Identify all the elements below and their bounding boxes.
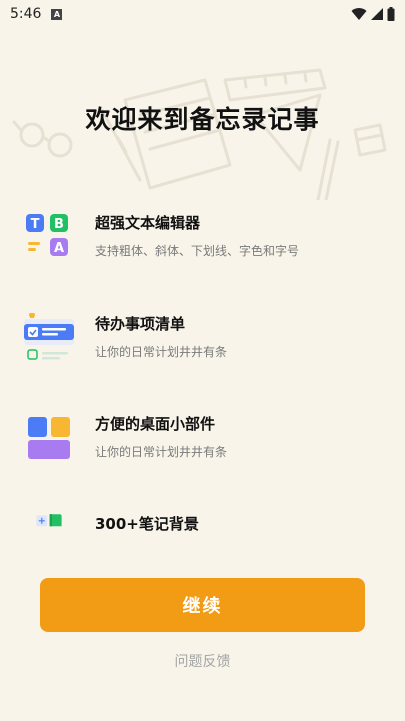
signal-icon [371, 8, 383, 20]
feature-title: 待办事项清单 [95, 315, 186, 333]
text-editor-icon: T B A [26, 214, 68, 256]
feature-desc: 让你的日常计划井井有条 [95, 445, 228, 459]
feature-title: 300+笔记背景 [95, 515, 199, 533]
wifi-icon [351, 8, 367, 20]
feature-text-editor: T B A 超强文本编辑器 支持粗体、斜体、下划线、字色和字号 [24, 212, 384, 272]
feature-desc: 让你的日常计划井井有条 [95, 345, 228, 359]
icon-letter-a: A [54, 241, 64, 256]
feature-todo-list: 待办事项清单 让你的日常计划井井有条 [24, 313, 384, 373]
feature-backgrounds: 300+笔记背景 [24, 513, 384, 573]
todo-list-icon [24, 313, 74, 360]
notification-a-icon: A [51, 8, 63, 20]
background-icon [36, 514, 62, 527]
feedback-link[interactable]: 问题反馈 [0, 651, 405, 671]
status-icons [351, 7, 395, 21]
feature-desc: 支持粗体、斜体、下划线、字色和字号 [95, 244, 300, 258]
icon-letter-t: T [31, 217, 40, 232]
status-time: 5:46 [10, 6, 42, 22]
feature-widget: 方便的桌面小部件 让你的日常计划井井有条 [24, 413, 384, 473]
icon-letter-b: B [54, 217, 64, 232]
battery-icon [387, 7, 395, 21]
page-title: 欢迎来到备忘录记事 [85, 105, 320, 134]
continue-button[interactable]: 继续 [40, 578, 365, 632]
feature-title: 方便的桌面小部件 [95, 415, 216, 433]
status-bar: 5:46 A [0, 0, 405, 28]
feature-title: 超强文本编辑器 [95, 214, 201, 232]
widget-icon [28, 417, 70, 459]
